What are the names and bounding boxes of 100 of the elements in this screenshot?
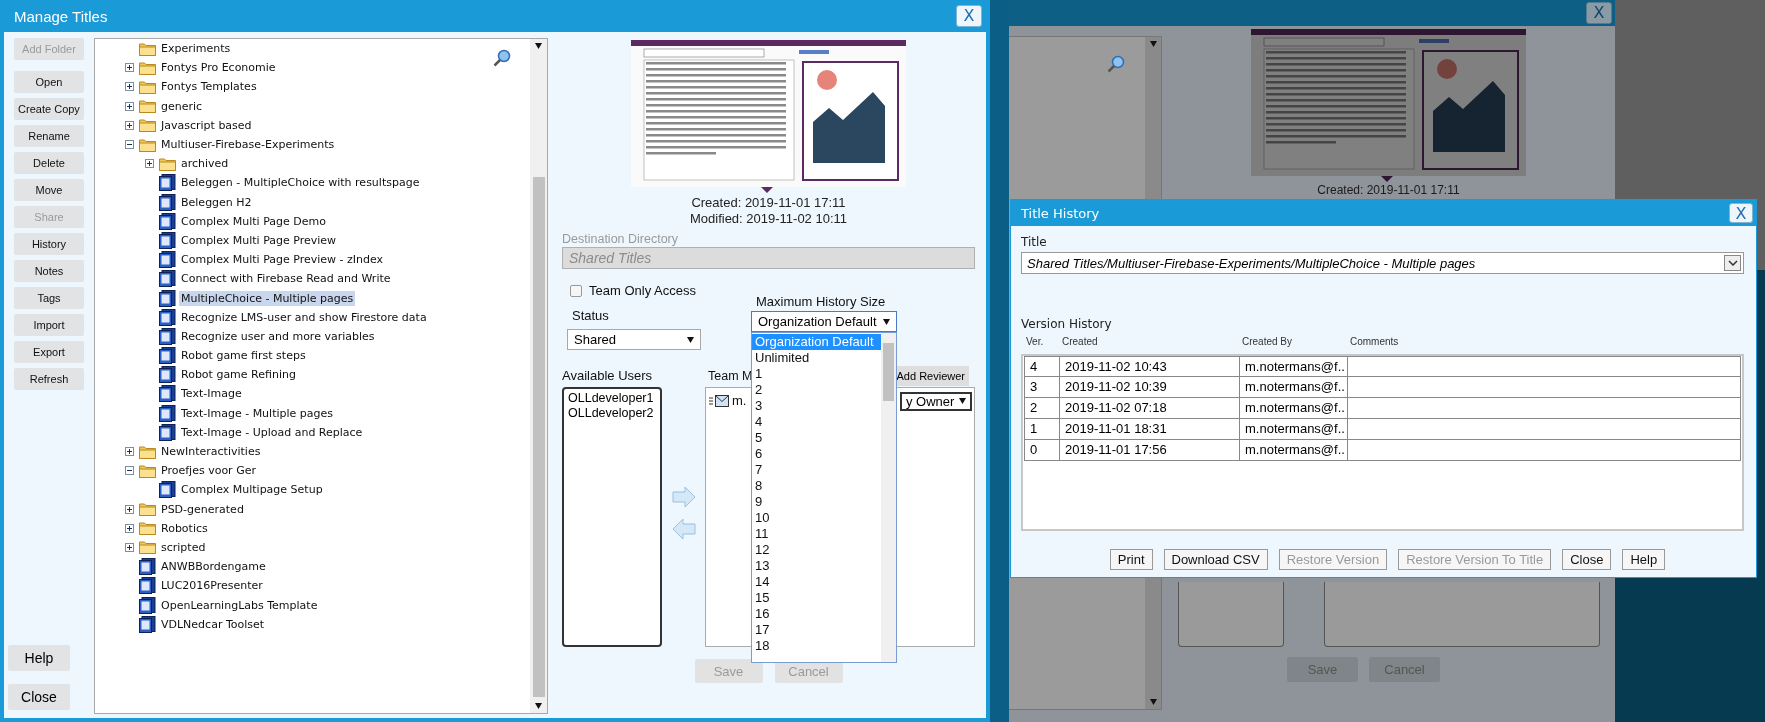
tree-item[interactable]: Beleggen H2 <box>179 194 254 210</box>
tree-item[interactable]: Fontys Pro Economie <box>159 60 278 76</box>
action-button[interactable]: Rename <box>14 125 84 147</box>
action-button[interactable]: History <box>14 233 84 255</box>
expand-icon[interactable] <box>125 523 134 533</box>
document-icon <box>159 481 176 499</box>
dropdown-option[interactable]: 15 <box>752 590 881 606</box>
tree-item[interactable]: Beleggen - MultipleChoice with resultspage <box>179 175 422 191</box>
action-button[interactable]: Move <box>14 179 84 201</box>
dropdown-option[interactable]: 18 <box>752 638 881 654</box>
dropdown-option[interactable]: 4 <box>752 414 881 430</box>
tree-item[interactable]: OpenLearningLabs Template <box>159 597 320 613</box>
expand-icon[interactable] <box>125 504 134 514</box>
tree-item[interactable]: Connect with Firebase Read and Write <box>179 271 393 287</box>
tree-item[interactable]: Robotics <box>159 520 210 536</box>
tree-item[interactable]: archived <box>179 156 231 172</box>
search-icon[interactable] <box>493 49 511 67</box>
action-button[interactable]: Import <box>14 314 84 336</box>
dropdown-option[interactable]: 2 <box>752 382 881 398</box>
tree-item[interactable]: Experiments <box>159 41 233 57</box>
dropdown-option[interactable]: 8 <box>752 478 881 494</box>
scrollbar[interactable] <box>881 333 896 662</box>
field-label: Title <box>1021 234 1048 250</box>
dropdown-option[interactable]: 17 <box>752 622 881 638</box>
tree-item[interactable]: Complex Multi Page Preview - zIndex <box>179 252 386 268</box>
action-button[interactable]: Tags <box>14 287 84 309</box>
tree-item[interactable]: Robot game first steps <box>179 348 308 364</box>
dropdown-option[interactable]: 10 <box>752 510 881 526</box>
close-button[interactable]: Close <box>8 684 70 710</box>
tree-item[interactable]: Text-Image - Multiple pages <box>179 405 336 421</box>
tree-item[interactable]: Proefjes voor Ger <box>159 463 258 479</box>
tree-item[interactable]: MultipleChoice - Multiple pages <box>179 290 356 306</box>
table-cell: 2019-11-02 10:39 <box>1060 377 1240 397</box>
tree-item[interactable]: scripted <box>159 539 208 555</box>
action-button[interactable]: Create Copy <box>14 98 84 120</box>
history-size-select[interactable]: Organization Default <box>751 311 897 332</box>
expand-icon[interactable] <box>125 447 134 457</box>
dropdown-option[interactable]: 12 <box>752 542 881 558</box>
status-select[interactable]: Shared <box>567 329 701 350</box>
tree-item[interactable]: Robot game Refining <box>179 367 298 383</box>
tree-item[interactable]: LUC2016Presenter <box>159 578 265 594</box>
tree-item[interactable]: Recognize LMS-user and show Firestore data <box>179 309 429 325</box>
tree-item[interactable]: Text-Image <box>179 386 244 402</box>
action-button[interactable]: Notes <box>14 260 84 282</box>
tree-item[interactable]: PSD-generated <box>159 501 246 517</box>
dialog-button[interactable]: Close <box>1562 549 1612 570</box>
dropdown-option[interactable]: 13 <box>752 558 881 574</box>
dialog-button[interactable]: Download CSV <box>1163 549 1268 570</box>
action-button[interactable]: Refresh <box>14 368 84 390</box>
expand-icon[interactable] <box>125 542 134 552</box>
checkbox[interactable] <box>570 285 582 297</box>
tree-item[interactable]: NewInteractivities <box>159 444 263 460</box>
action-button[interactable]: Export <box>14 341 84 363</box>
dismiss-button[interactable]: X <box>1586 2 1612 24</box>
user-item[interactable]: OLLdeveloper1 <box>568 391 656 406</box>
dropdown-button[interactable] <box>1724 255 1741 271</box>
collapse-icon[interactable] <box>125 466 134 476</box>
collapse-icon[interactable] <box>125 140 134 150</box>
tree-item[interactable]: Complex Multi Page Preview <box>179 232 339 248</box>
tree-item[interactable]: Text-Image - Upload and Replace <box>179 424 365 440</box>
expand-icon[interactable] <box>145 159 154 169</box>
tree-item[interactable]: generic <box>159 98 205 114</box>
tree-item[interactable]: Complex Multipage Setup <box>179 482 325 498</box>
tree-item[interactable]: VDLNedcar Toolset <box>159 616 267 632</box>
expand-icon[interactable] <box>125 82 134 92</box>
dropdown-option[interactable]: Unlimited <box>752 350 881 366</box>
dropdown-option[interactable]: 9 <box>752 494 881 510</box>
expand-icon[interactable] <box>125 101 134 111</box>
dropdown-option[interactable]: 3 <box>752 398 881 414</box>
dismiss-button[interactable]: X <box>956 5 982 27</box>
tree-item[interactable]: Javascript based <box>159 117 254 133</box>
dialog-button[interactable]: Help <box>1622 549 1666 570</box>
dropdown-option[interactable]: 14 <box>752 574 881 590</box>
search-icon[interactable] <box>1107 55 1125 73</box>
dropdown-option[interactable]: 7 <box>752 462 881 478</box>
expand-icon[interactable] <box>125 63 134 73</box>
role-select[interactable]: y Owner <box>900 391 972 411</box>
dropdown-option[interactable]: 1 <box>752 366 881 382</box>
folder-icon <box>139 60 156 75</box>
dialog-button[interactable]: Print <box>1109 549 1153 570</box>
user-item[interactable]: OLLdeveloper2 <box>568 406 656 421</box>
dropdown-option[interactable]: 5 <box>752 430 881 446</box>
mail-icon <box>709 395 729 407</box>
tree-item[interactable]: Fontys Templates <box>159 79 259 95</box>
dropdown-option[interactable]: 16 <box>752 606 881 622</box>
tree-item[interactable]: Recognize user and more variables <box>179 328 377 344</box>
dropdown-option[interactable]: 6 <box>752 446 881 462</box>
tree-item[interactable]: Complex Multi Page Demo <box>179 213 328 229</box>
folder-icon <box>139 41 156 56</box>
dismiss-button[interactable]: X <box>1729 203 1753 223</box>
action-button[interactable]: Delete <box>14 152 84 174</box>
tree-item[interactable]: Multiuser-Firebase-Experiments <box>159 137 337 153</box>
help-button[interactable]: Help <box>8 645 70 671</box>
title-select[interactable]: Shared Titles/Multiuser-Firebase-Experiments/MultipleChoice - Multiple pages <box>1021 252 1744 274</box>
tree-item[interactable]: ANWBBordengame <box>159 559 268 575</box>
expand-icon[interactable] <box>125 120 134 130</box>
scrollbar[interactable] <box>530 39 547 713</box>
action-button[interactable]: Open <box>14 71 84 93</box>
dropdown-option[interactable]: 11 <box>752 526 881 542</box>
caret-icon <box>535 43 542 49</box>
